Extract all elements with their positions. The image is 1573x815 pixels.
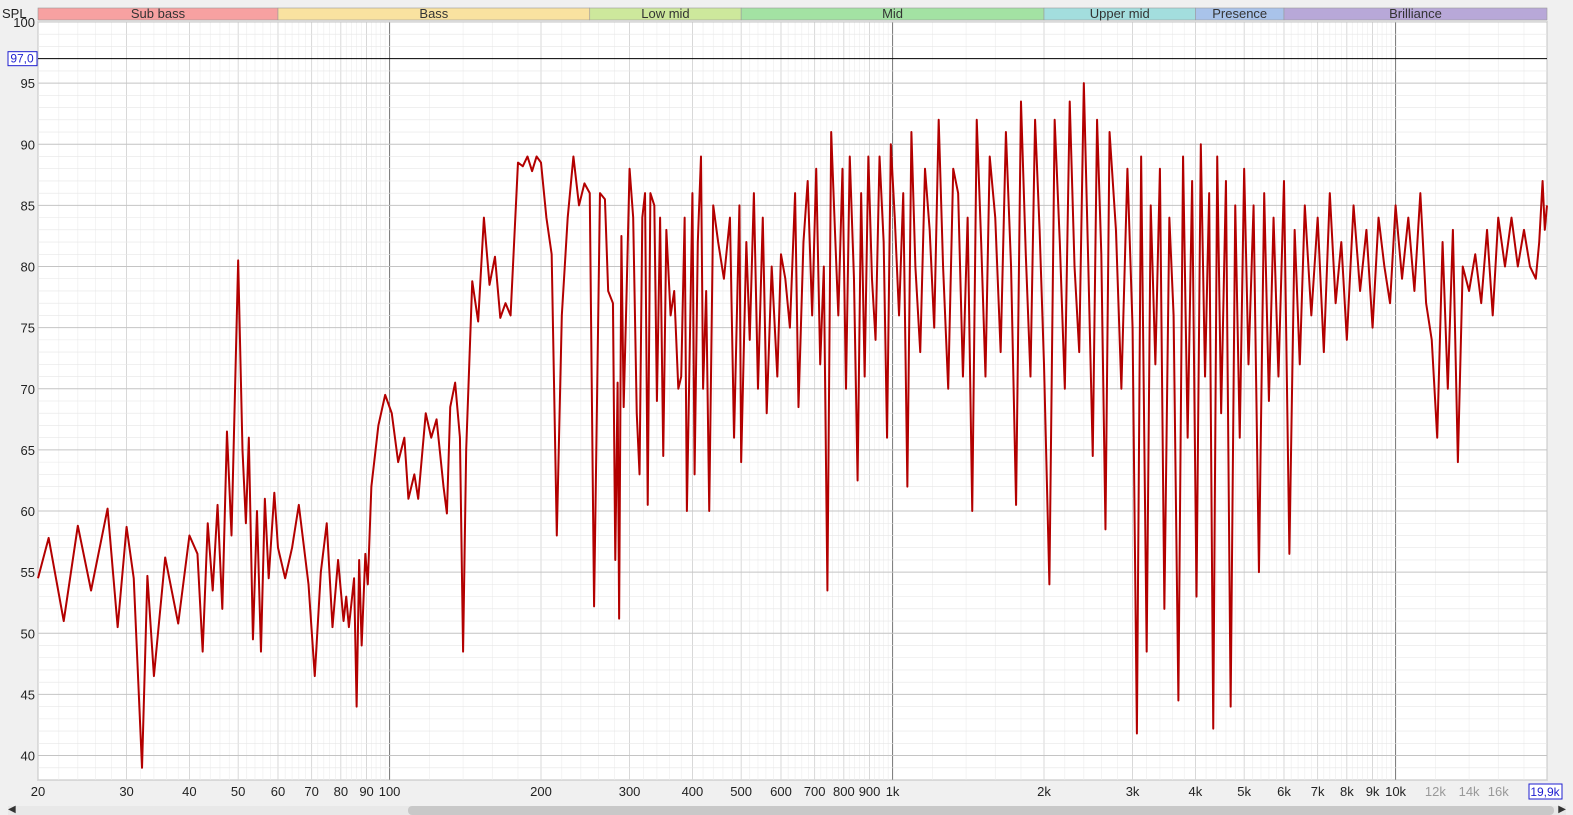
frequency-response-chart: SPL Sub bass Bass Low mid Mid Upper mid Prese…: [0, 0, 1573, 806]
x-tick-label: 100: [379, 784, 401, 799]
x-tick-label: 6k: [1277, 784, 1291, 799]
y-tick-label: 60: [21, 504, 35, 519]
band-label: Low mid: [641, 6, 689, 21]
y-tick-label: 85: [21, 198, 35, 213]
y-tick-label: 100: [13, 15, 35, 30]
band-label: Bass: [419, 6, 448, 21]
level-cursor-label: 97,0: [10, 52, 34, 66]
scrollbar-thumb[interactable]: [408, 806, 1554, 815]
frequency-cursor-label: 19,9k: [1530, 785, 1560, 799]
frequency-cursor[interactable]: 19,9k: [1528, 783, 1563, 800]
horizontal-scrollbar[interactable]: ◀ ▶: [8, 804, 1566, 815]
x-tick-label: 700: [804, 784, 826, 799]
y-tick-label: 50: [21, 626, 35, 641]
y-tick-label: 90: [21, 137, 35, 152]
y-tick-label: 65: [21, 443, 35, 458]
x-tick-label: 300: [619, 784, 641, 799]
y-tick-label: 40: [21, 749, 35, 764]
x-tick-label: 30: [119, 784, 133, 799]
x-tick-label: 2k: [1037, 784, 1051, 799]
y-tick-label: 55: [21, 565, 35, 580]
x-tick-label: 900: [859, 784, 881, 799]
scroll-left-icon[interactable]: ◀: [8, 804, 16, 815]
y-tick-label: 95: [21, 76, 35, 91]
x-tick-label: 4k: [1189, 784, 1203, 799]
x-tick-label: 200: [530, 784, 552, 799]
band-label: Brilliance: [1389, 6, 1442, 21]
x-tick-label: 14k: [1459, 784, 1480, 799]
frequency-band-bar: Sub bass Bass Low mid Mid Upper mid Presence B…: [37, 6, 1548, 21]
x-tick-label: 800: [833, 784, 855, 799]
x-tick-label: 90: [359, 784, 373, 799]
x-tick-label: 16k: [1488, 784, 1509, 799]
scroll-right-icon[interactable]: ▶: [1558, 804, 1566, 815]
x-tick-label: 10k: [1385, 784, 1406, 799]
y-tick-label: 75: [21, 321, 35, 336]
x-tick-label: 50: [231, 784, 245, 799]
x-tick-label: 3k: [1126, 784, 1140, 799]
x-tick-label: 5k: [1237, 784, 1251, 799]
band-label: Upper mid: [1090, 6, 1150, 21]
x-tick-label: 70: [304, 784, 318, 799]
x-tick-label: 8k: [1340, 784, 1354, 799]
x-tick-label: 40: [182, 784, 196, 799]
band-label: Sub bass: [131, 6, 186, 21]
x-tick-label: 9k: [1366, 784, 1380, 799]
x-tick-label: 20: [31, 784, 45, 799]
x-tick-label: 500: [730, 784, 752, 799]
x-tick-label: 400: [682, 784, 704, 799]
y-tick-label: 70: [21, 382, 35, 397]
x-tick-label: 60: [271, 784, 285, 799]
x-tick-label: 600: [770, 784, 792, 799]
y-tick-label: 80: [21, 260, 35, 275]
x-tick-label: 80: [334, 784, 348, 799]
y-tick-label: 45: [21, 687, 35, 702]
x-tick-label: 1k: [886, 784, 900, 799]
x-tick-label: 12k: [1425, 784, 1446, 799]
x-tick-label: 7k: [1311, 784, 1325, 799]
band-label: Presence: [1212, 6, 1267, 21]
band-label: Mid: [882, 6, 903, 21]
